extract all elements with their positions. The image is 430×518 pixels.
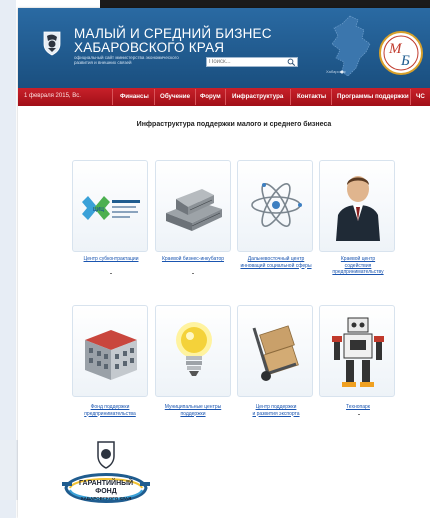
card-innovation-center[interactable] — [237, 160, 313, 252]
nav-separator — [331, 89, 332, 105]
site-title-line2: ХАБАРОВСКОГО КРАЯ — [74, 40, 225, 55]
card-caption-export[interactable]: Центр поддержки и развития экспорта — [236, 404, 316, 417]
guarantee-fund-logo[interactable]: ГАРАНТИЙНЫЙ ФОНД ХАБАРОВСКОГО КРАЯ — [60, 438, 152, 516]
search-box — [206, 57, 298, 67]
coat-of-arms-icon[interactable] — [42, 30, 62, 56]
atom-icon — [251, 183, 302, 227]
card-caption-support-fund[interactable]: Фонд поддержки предпринимательства — [68, 404, 152, 417]
site-title[interactable]: МАЛЫЙ И СРЕДНИЙ БИЗНЕС ХАБАРОВСКОГО КРАЯ — [74, 27, 272, 55]
nav-separator — [410, 89, 411, 105]
mb-logo-icon[interactable]: М Б — [378, 30, 424, 76]
site-title-line1: МАЛЫЙ И СРЕДНИЙ БИЗНЕС — [74, 26, 272, 41]
nav-item-forum[interactable]: Форум — [200, 93, 221, 100]
svg-text:ФОНД: ФОНД — [95, 488, 116, 495]
site-subtitle: официальный сайт министерства экономичес… — [74, 55, 179, 65]
subcontracting-logo-icon: ЦИЦ — [82, 196, 140, 220]
map-city-label: Хабаровск — [326, 69, 346, 74]
card-technopark[interactable] — [319, 305, 395, 397]
lightbulb-icon — [176, 322, 212, 376]
card-support-fund[interactable] — [72, 305, 148, 397]
card-export-support[interactable] — [237, 305, 313, 397]
card-municipal-centers[interactable] — [155, 305, 231, 397]
page-heading: Инфраструктура поддержки малого и средне… — [136, 121, 332, 128]
nav-item-finance[interactable]: Финансы — [120, 93, 149, 100]
nav-item-support-programs[interactable]: Программы поддержки — [337, 93, 409, 100]
separator-dot — [358, 414, 360, 415]
svg-text:ХАБАРОВСКОГО КРАЯ: ХАБАРОВСКОГО КРАЯ — [81, 496, 132, 501]
nav-separator — [225, 89, 226, 105]
card-caption-innovation[interactable]: Дальневосточный центр инноваций социально… — [230, 256, 322, 269]
nav-separator — [195, 89, 196, 105]
card-caption-technopark[interactable]: Технопарк — [330, 404, 386, 411]
nav-separator — [290, 89, 291, 105]
separator-dot — [192, 273, 194, 274]
separator-dot — [110, 273, 112, 274]
card-caption-municipal[interactable]: Муниципальные центры поддержки — [150, 404, 236, 417]
card-business-incubator[interactable] — [155, 160, 231, 252]
card-entrepreneurship-center[interactable] — [319, 160, 395, 252]
card-caption-subcontracting[interactable]: Центр субконтрактации — [72, 256, 150, 263]
nav-separator — [154, 89, 155, 105]
hand-truck-icon — [252, 325, 299, 381]
search-input[interactable] — [209, 58, 287, 66]
svg-text:ЦИЦ: ЦИЦ — [93, 207, 104, 213]
card-subcontracting[interactable]: ЦИЦ — [72, 160, 148, 252]
nav-item-contacts[interactable]: Контакты — [297, 93, 326, 100]
robot-icon — [332, 317, 384, 387]
card-caption-entrepreneurship[interactable]: Краевой центр содействия предпринимательст… — [318, 256, 398, 276]
card-caption-incubator[interactable]: Краевой бизнес-инкубатор — [148, 256, 238, 263]
search-icon[interactable] — [287, 58, 296, 66]
nav-item-emergency[interactable]: ЧС — [416, 93, 425, 100]
current-date: 1 февраля 2015, Вс. — [24, 93, 81, 99]
svg-text:Б: Б — [400, 53, 410, 69]
svg-text:ГАРАНТИЙНЫЙ: ГАРАНТИЙНЫЙ — [79, 478, 133, 487]
office-building-icon — [85, 330, 137, 380]
nav-item-education[interactable]: Обучение — [160, 93, 190, 100]
nav-separator — [112, 89, 113, 105]
nav-item-infrastructure[interactable]: Инфраструктура — [232, 93, 283, 100]
businessman-icon — [336, 176, 380, 241]
building-icon — [166, 189, 222, 231]
